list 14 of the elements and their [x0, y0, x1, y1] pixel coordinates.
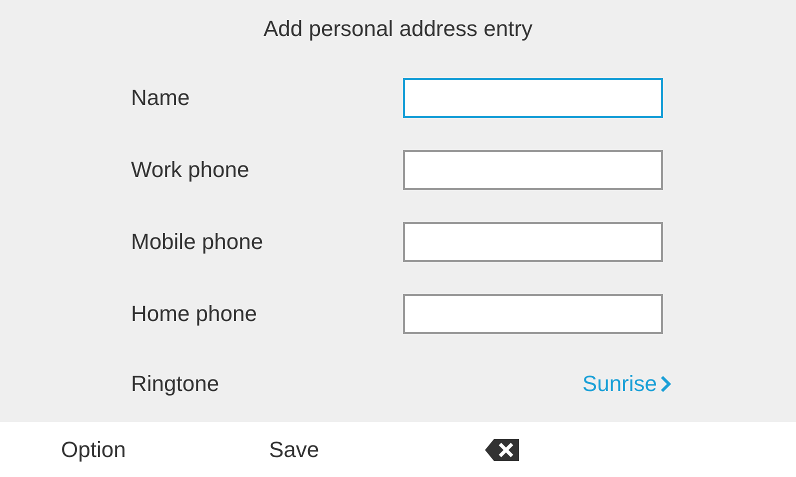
field-label: Mobile phone [131, 229, 264, 255]
field-label: Name [131, 85, 190, 111]
softkey-button[interactable]: Option [61, 436, 126, 462]
input-field[interactable] [403, 78, 663, 118]
field-label: Ringtone [131, 371, 220, 397]
chevron-right-icon [659, 374, 673, 394]
field-label: Home phone [131, 301, 257, 327]
dialog-title: Add personal address entry [262, 15, 534, 43]
backspace-icon [484, 438, 520, 462]
field-label: Work phone [131, 157, 250, 183]
softkey-button[interactable]: Save [269, 436, 320, 462]
input-field[interactable] [403, 294, 663, 334]
input-field[interactable] [403, 222, 663, 262]
input-field[interactable] [403, 150, 663, 190]
